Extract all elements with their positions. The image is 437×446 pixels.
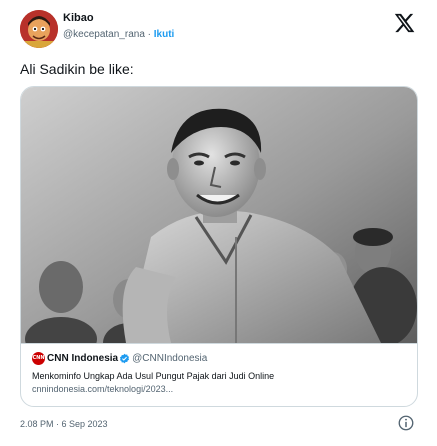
avatar[interactable] <box>20 10 58 48</box>
source-row: CNN CNN Indonesia @CNNIndonesia <box>32 352 207 365</box>
separator-dot: · <box>147 29 151 40</box>
cnn-logo-icon: CNN <box>32 352 45 365</box>
author-handle[interactable]: @kecepatan_rana <box>63 29 145 40</box>
timestamp[interactable]: 2.08 PM · 6 Sep 2023 <box>20 419 108 429</box>
tweet-text: Ali Sadikin be like: <box>20 61 134 77</box>
source-handle: @CNNIndonesia <box>132 353 208 364</box>
tweet-embed-card: Kibao @kecepatan_rana · Ikuti Ali Sadiki… <box>0 0 437 446</box>
source-name: CNN Indonesia <box>47 353 119 364</box>
follow-link[interactable]: Ikuti <box>154 29 175 40</box>
media-card: CNN CNN Indonesia @CNNIndonesia Menkominfo… <box>20 86 418 407</box>
link-headline: Menkominfo Ungkap Ada Usul Pungut Pajak … <box>32 371 275 381</box>
link-url: cnnindonesia.com/teknologi/2023... <box>32 384 174 394</box>
verified-badge-icon <box>120 353 130 364</box>
info-icon[interactable] <box>397 414 415 432</box>
x-logo-icon[interactable] <box>393 12 415 34</box>
link-preview[interactable]: CNN CNN Indonesia @CNNIndonesia Menkominfo… <box>21 343 417 406</box>
black-and-white-photo[interactable] <box>21 87 417 343</box>
author-display-name[interactable]: Kibao <box>63 12 94 24</box>
cartoon-avatar-icon <box>20 10 58 48</box>
author-handle-row: @kecepatan_rana · Ikuti <box>63 29 174 40</box>
